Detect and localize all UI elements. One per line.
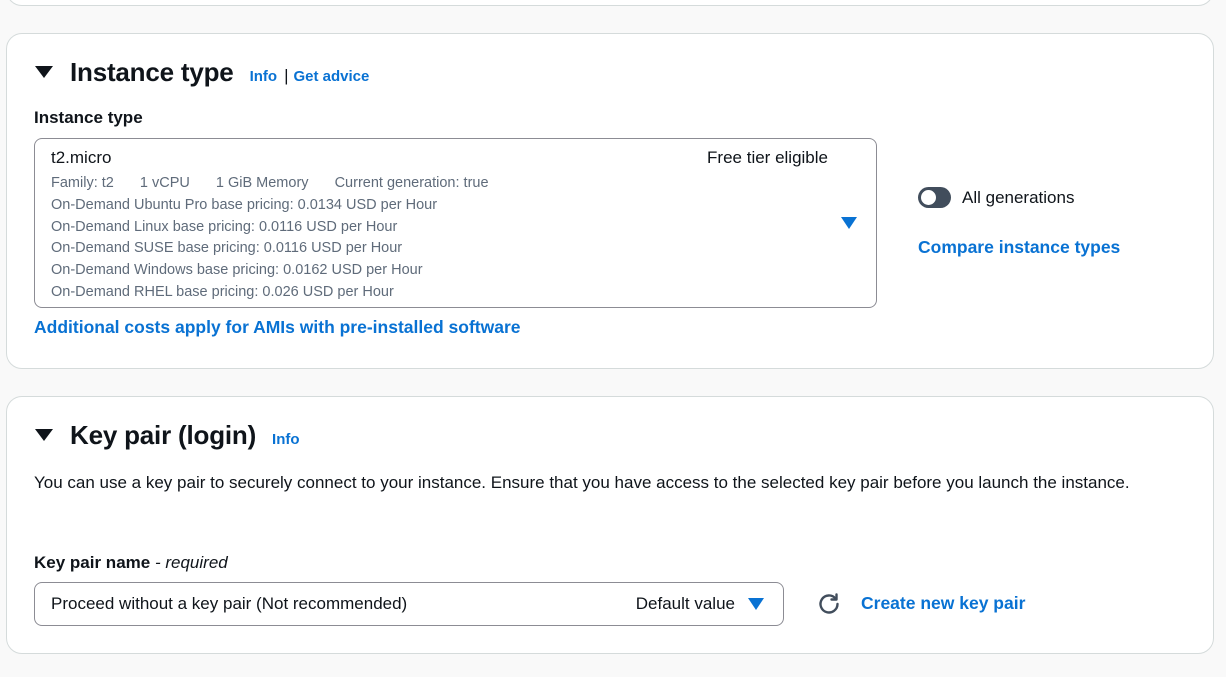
toggle-knob — [921, 190, 936, 205]
pricing-windows: On-Demand Windows base pricing: 0.0162 U… — [51, 262, 423, 279]
caret-down-icon[interactable] — [35, 66, 53, 78]
refresh-icon[interactable] — [816, 591, 842, 617]
get-advice-link[interactable]: Get advice — [294, 68, 370, 85]
instance-type-specs: Family: t2 1 vCPU 1 GiB Memory Current g… — [51, 173, 489, 195]
key-pair-name-label: Key pair name - required — [34, 553, 228, 573]
additional-costs-link[interactable]: Additional costs apply for AMIs with pre… — [34, 317, 521, 338]
key-pair-selected-value: Proceed without a key pair (Not recommen… — [51, 594, 408, 613]
key-pair-title: Key pair (login) — [70, 420, 257, 450]
default-value-tag: Default value — [635, 594, 735, 613]
required-label: - required — [154, 553, 228, 572]
instance-type-name: t2.micro — [51, 148, 112, 167]
key-pair-info-link[interactable]: Info — [272, 431, 300, 448]
instance-type-field-label: Instance type — [34, 108, 143, 127]
key-pair-description: You can use a key pair to securely conne… — [34, 473, 1130, 492]
pricing-ubuntu-pro: On-Demand Ubuntu Pro base pricing: 0.013… — [51, 196, 438, 213]
free-tier-badge: Free tier eligible — [707, 148, 828, 167]
instance-memory: 1 GiB Memory — [215, 175, 309, 191]
toggle-switch[interactable] — [918, 187, 951, 208]
caret-down-icon[interactable] — [35, 429, 53, 441]
all-generations-toggle[interactable]: All generations — [918, 187, 1074, 208]
instance-vcpu: 1 vCPU — [139, 175, 190, 191]
compare-instance-types-link[interactable]: Compare instance types — [918, 237, 1120, 258]
pricing-suse: On-Demand SUSE base pricing: 0.0116 USD … — [51, 240, 403, 257]
instance-type-select[interactable]: t2.micro Free tier eligible Family: t2 1… — [34, 138, 877, 308]
all-generations-label: All generations — [962, 187, 1075, 207]
instance-type-info-link[interactable]: Info — [250, 68, 278, 85]
instance-type-title: Instance type — [70, 57, 234, 87]
create-new-key-pair-link[interactable]: Create new key pair — [861, 593, 1025, 614]
pricing-linux: On-Demand Linux base pricing: 0.0116 USD… — [51, 218, 398, 235]
previous-section-panel — [6, 0, 1214, 6]
instance-generation: Current generation: true — [334, 175, 489, 191]
dropdown-arrow-icon[interactable] — [841, 217, 857, 229]
instance-family: Family: t2 — [51, 175, 114, 191]
key-pair-header[interactable]: Key pair (login) Info — [35, 420, 300, 451]
instance-type-details: Family: t2 1 vCPU 1 GiB Memory Current g… — [51, 173, 489, 304]
dropdown-arrow-icon[interactable] — [748, 598, 764, 610]
instance-type-header[interactable]: Instance type Info | Get advice — [35, 57, 369, 88]
key-pair-name-label-text: Key pair name — [34, 553, 151, 572]
header-separator: | — [284, 66, 289, 85]
pricing-rhel: On-Demand RHEL base pricing: 0.026 USD p… — [51, 283, 394, 300]
key-pair-select[interactable]: Proceed without a key pair (Not recommen… — [34, 582, 784, 626]
